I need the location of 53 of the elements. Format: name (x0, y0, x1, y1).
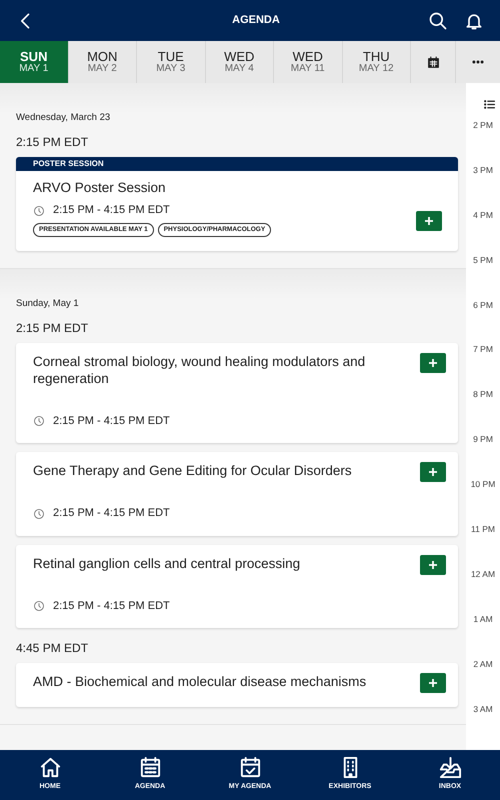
hour-label: 2 PM (473, 120, 493, 130)
add-button[interactable] (420, 462, 446, 482)
plus-icon (427, 356, 439, 369)
hour-label: 11 PM (471, 524, 495, 534)
hour-label: 5 PM (473, 254, 493, 265)
calendar-check-icon (238, 756, 262, 779)
list-icon (483, 98, 496, 110)
calendar-icon (138, 756, 162, 779)
hour-label: 4 PM (473, 210, 493, 220)
clock-icon (33, 204, 45, 216)
clock-icon (33, 508, 45, 520)
plus-icon (427, 466, 439, 478)
add-button[interactable] (416, 211, 442, 232)
session-title: AMD - Biochemical and molecular disease mechanisms (33, 673, 368, 690)
hour-label: 2 AM (473, 658, 493, 669)
session-title: Retinal ganglion cells and central processing (33, 554, 302, 572)
hour-label: 9 PM (473, 434, 493, 444)
hour-label: 7 PM (473, 344, 493, 354)
plus-icon (427, 677, 439, 690)
session-title: Gene Therapy and Gene Editing for Ocular Disorders (33, 462, 353, 480)
session-time: 2:15 PM - 4:15 PM EDT (53, 506, 170, 522)
plus-icon (427, 558, 439, 571)
session-title: Corneal stromal biology, wound healing modulators and regeneration (33, 352, 366, 387)
category-label: POSTER SESSION (16, 157, 458, 172)
hour-label: 6 PM (473, 300, 493, 310)
search-button[interactable] (428, 10, 448, 30)
search-icon (428, 10, 448, 30)
time-heading: 2:15 PM EDT (16, 134, 90, 152)
add-button[interactable] (420, 352, 446, 373)
home-icon (38, 756, 62, 779)
session-time: 2:15 PM - 4:15 PM EDT (53, 598, 170, 614)
hour-label: 12 AM (470, 568, 496, 579)
hour-label: 8 PM (473, 389, 493, 400)
time-heading: 2:15 PM EDT (16, 320, 90, 337)
add-button[interactable] (420, 673, 446, 694)
hour-label: 10 PM (470, 479, 496, 490)
clock-icon (33, 600, 45, 612)
hour-label: 3 AM (473, 704, 493, 714)
clock-icon (33, 415, 45, 427)
hour-label: 1 AM (473, 614, 493, 624)
session-time: 2:15 PM - 4:15 PM EDT (53, 203, 170, 218)
time-heading: 4:45 PM EDT (16, 640, 90, 658)
session-time: 2:15 PM - 4:15 PM EDT (53, 414, 170, 429)
calendar-icon (426, 56, 440, 68)
add-button[interactable] (420, 554, 446, 575)
inbox-icon (438, 756, 462, 779)
plus-icon (423, 215, 435, 228)
session-title: ARVO Poster Session (33, 179, 167, 196)
date-heading: Sunday, May 1 (16, 296, 80, 310)
day-tab[interactable]: SUN MAY 1 (0, 41, 68, 83)
header-title: AGENDA (231, 13, 281, 28)
hour-label: 3 PM (473, 164, 493, 175)
date-heading: Wednesday, March 23 (16, 111, 112, 125)
